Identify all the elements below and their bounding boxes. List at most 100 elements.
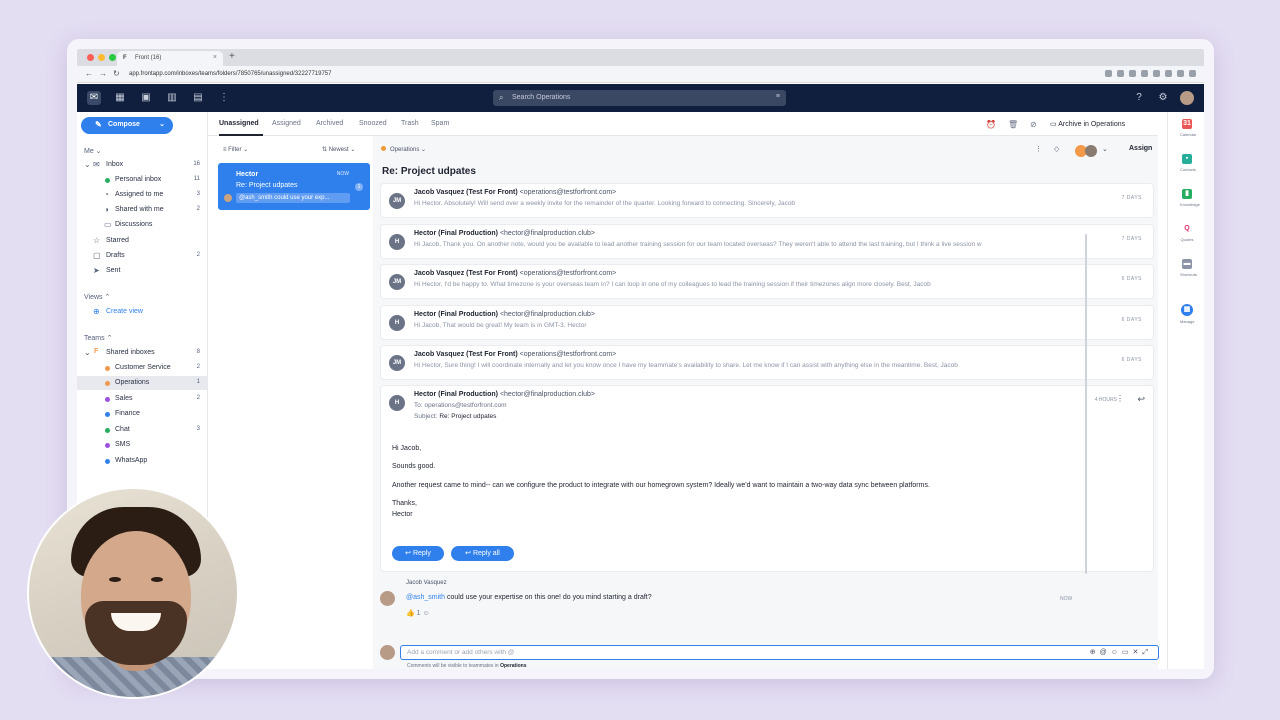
inbox-selector[interactable]: Operations ⌄ <box>381 146 426 153</box>
sidebar-item-label: Shared inboxes <box>106 349 155 356</box>
conversation-card[interactable]: Hector NOW Re: Project udpates 1 @ash_sm… <box>218 163 370 210</box>
sidebar-item-starred[interactable]: ☆ Starred <box>77 234 208 248</box>
rail-item-knowledge[interactable]: ▮ Knowledge <box>1180 189 1200 219</box>
message-row[interactable]: JM Jacob Vasquez (Test For Front) <opera… <box>381 184 1153 217</box>
teams-section-label[interactable]: Teams ⌃ <box>84 334 112 342</box>
mention[interactable]: @ash_smith <box>406 594 445 601</box>
tab-trash[interactable]: Trash <box>401 120 419 127</box>
me-section-label[interactable]: Me ⌄ <box>84 147 102 155</box>
views-section-label[interactable]: Views ⌃ <box>84 293 110 301</box>
filter-icon[interactable]: ≡ <box>776 93 780 100</box>
reply-button[interactable]: ↩ Reply <box>392 546 444 561</box>
more-icon[interactable]: ⋮ <box>1116 394 1124 403</box>
tab-snoozed[interactable]: Snoozed <box>359 120 387 127</box>
rail-item-contacts[interactable]: ▪ Contacts <box>1180 154 1196 184</box>
sidebar-item-sales[interactable]: Sales 2 <box>77 392 208 406</box>
tag-icon[interactable]: ◇ <box>1054 145 1059 153</box>
message-preview: Hi Hector, Sure thing! I will coordinate… <box>414 362 958 369</box>
chevron-down-icon[interactable]: ⌄ <box>84 160 91 169</box>
search-input[interactable]: ⌕ Search Operations ≡ <box>493 90 786 106</box>
message-row[interactable]: JM Jacob Vasquez (Test For Front) <opera… <box>381 265 1153 298</box>
message-preview: Hi Hector, I'd be happy to. What timezon… <box>414 281 931 288</box>
integrations-rail: 31 Calendar ▪ Contacts ▮ Knowledge Q Quotes … <box>1167 112 1204 669</box>
more-icon[interactable]: ⋮ <box>1035 145 1042 153</box>
scrollbar[interactable] <box>1085 234 1087 574</box>
more-icon[interactable]: ⋮ <box>217 91 231 105</box>
comment-input[interactable]: Add a comment or add others with @ ⊕@☺▭✕… <box>400 645 1159 660</box>
book-icon[interactable]: ▤ <box>191 91 205 105</box>
filter-button[interactable]: ≡ Filter ⌄ <box>223 146 248 153</box>
archive-button[interactable]: ▭ Archive in Operations <box>1050 120 1125 128</box>
compose-button[interactable]: ✎ Compose ⌄ <box>81 117 173 134</box>
sort-button[interactable]: ⇅ Newest ⌄ <box>322 146 355 153</box>
status-dot <box>105 366 110 371</box>
reaction[interactable]: 👍 1 ☺ <box>406 609 430 617</box>
spam-icon[interactable]: ⊘ <box>1030 120 1037 129</box>
analytics-icon[interactable]: ▥ <box>165 91 179 105</box>
sidebar-item-operations[interactable]: Operations 1 <box>77 376 208 390</box>
help-icon[interactable]: ? <box>1132 91 1146 105</box>
sidebar-item-discussions[interactable]: ▭ Discussions <box>77 218 208 232</box>
rail-item-manage[interactable]: ▦ Manage <box>1180 304 1194 334</box>
rail-item-calendar[interactable]: 31 Calendar <box>1180 119 1196 149</box>
app-topbar: ✉ ▦ ▣ ▥ ▤ ⋮ ⌕ Search Operations ≡ ? ⚙ <box>77 84 1204 112</box>
knowledge-icon: ▮ <box>1182 189 1192 199</box>
sender-email: <operations@testforfront.com> <box>519 189 617 196</box>
sidebar-item-chat[interactable]: Chat 3 <box>77 423 208 437</box>
composer-tools-icon[interactable]: ⊕@☺▭✕⤢ <box>1090 648 1152 657</box>
chevron-down-icon[interactable]: ⌄ <box>84 348 91 357</box>
sidebar-item-drafts[interactable]: ▢ Drafts 2 <box>77 249 208 263</box>
filter-label: Filter <box>228 147 242 153</box>
reply-icon[interactable]: ↩ <box>1137 394 1145 405</box>
sidebar-item-label: Chat <box>115 426 130 433</box>
archive-icon: ▭ <box>1050 121 1059 128</box>
tab-unassigned[interactable]: Unassigned <box>219 120 259 127</box>
chevron-down-icon[interactable]: ⌄ <box>1102 145 1108 153</box>
subject-label: Subject: <box>414 413 438 420</box>
sort-label: Newest <box>328 147 349 153</box>
snooze-icon[interactable]: ⏰ <box>986 120 996 129</box>
chevron-down-icon[interactable]: ⌄ <box>159 120 165 128</box>
sidebar-item-label: Discussions <box>115 221 153 228</box>
message-time: 7 DAYS <box>1121 195 1142 201</box>
sidebar-item-finance[interactable]: Finance <box>77 407 208 421</box>
count-badge: 2 <box>196 364 200 370</box>
contacts-icon[interactable]: ▣ <box>139 91 153 105</box>
calendar-icon[interactable]: ▦ <box>113 91 127 105</box>
status-dot <box>381 146 386 151</box>
sidebar-item-whatsapp[interactable]: WhatsApp <box>77 454 208 468</box>
message-row[interactable]: JM Jacob Vasquez (Test For Front) <opera… <box>381 346 1153 379</box>
sidebar-item-shared-with-me[interactable]: ◑ Shared with me 2 <box>77 203 208 217</box>
message-preview: Hi Jacob, Thank you. On another note, wo… <box>414 241 982 248</box>
sidebar-item-shared-inboxes[interactable]: ⌄ F Shared inboxes 8 <box>77 346 208 360</box>
rail-label: Manage <box>1180 319 1195 324</box>
tab-assigned[interactable]: Assigned <box>272 120 301 127</box>
tab-spam[interactable]: Spam <box>431 120 449 127</box>
avatar[interactable] <box>1180 91 1194 105</box>
sidebar-item-personal-inbox[interactable]: Personal inbox 11 <box>77 173 208 187</box>
tab-archived[interactable]: Archived <box>316 120 343 127</box>
inbox-icon[interactable]: ✉ <box>87 91 101 105</box>
rail-item-quotes[interactable]: Q Quotes <box>1180 224 1194 254</box>
trash-icon[interactable]: 🗑 <box>1008 120 1018 129</box>
sidebar-item-sent[interactable]: ➤ Sent <box>77 264 208 278</box>
create-view-link[interactable]: ⊕ Create view <box>77 305 208 319</box>
open-message: H Hector (Final Production) <hector@fina… <box>381 386 1153 571</box>
sidebar-item-label: Inbox <box>106 161 124 168</box>
message-row[interactable]: H Hector (Final Production) <hector@fina… <box>381 306 1153 339</box>
rail-item-shortcuts[interactable]: ▬ Shortcuts <box>1180 259 1197 289</box>
reply-all-button[interactable]: ↩ Reply all <box>451 546 514 561</box>
sidebar-item-assigned-to-me[interactable]: ◔ Assigned to me 3 <box>77 188 208 202</box>
status-dot <box>105 443 110 448</box>
gear-icon[interactable]: ⚙ <box>1156 91 1170 105</box>
status-dot <box>105 459 110 464</box>
sidebar-item-sms[interactable]: SMS <box>77 438 208 452</box>
assign-button[interactable]: Assign <box>1129 142 1157 156</box>
message-row[interactable]: H Hector (Final Production) <hector@fina… <box>381 225 1153 258</box>
sidebar-item-customer-service[interactable]: Customer Service 2 <box>77 361 208 375</box>
sidebar-item-inbox[interactable]: ⌄ ✉ Inbox 16 <box>77 158 208 172</box>
sidebar-item-label: Operations <box>115 379 150 386</box>
add-reaction-icon[interactable]: ☺ <box>423 610 430 617</box>
avatar: JM <box>389 193 405 209</box>
sidebar-item-label: SMS <box>115 441 131 448</box>
